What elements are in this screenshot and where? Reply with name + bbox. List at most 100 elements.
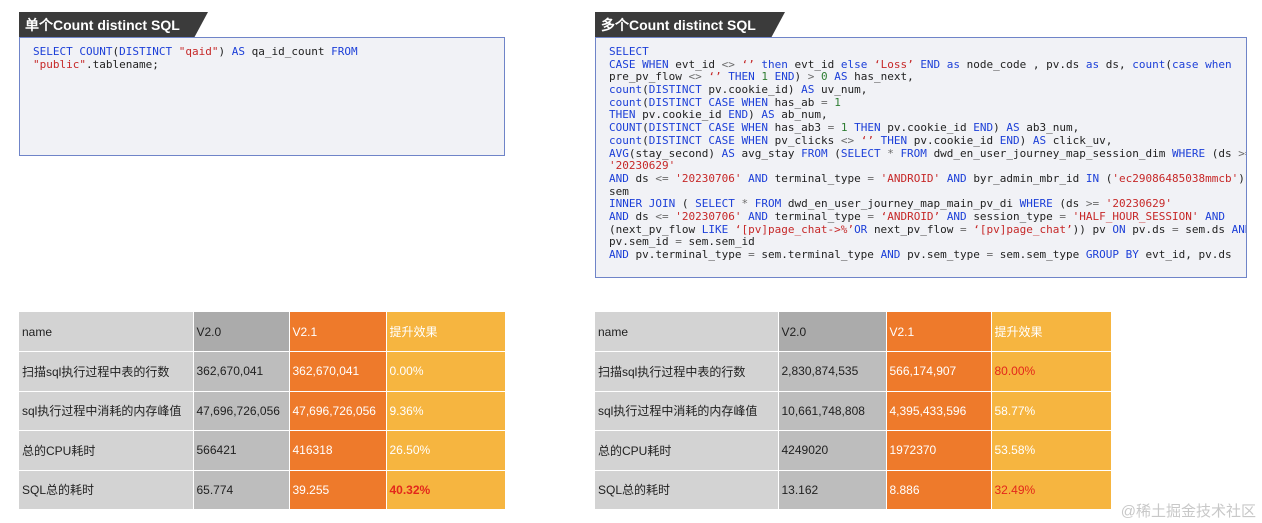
code-token: COUNT (609, 121, 643, 135)
code-token: DISTINCT CASE WHEN (648, 95, 775, 109)
code-token: <> (721, 57, 742, 71)
code-token: uv_num, (820, 83, 868, 97)
code-token: '20230706' (675, 209, 749, 223)
code-token: ( (642, 83, 649, 97)
v21-cell: 39.255 (289, 470, 387, 510)
name-cell: sql执行过程中消耗的内存峰值 (595, 391, 779, 431)
code-token: evt_id, pv.ds (1145, 248, 1232, 261)
code-token: ab3_num, (1026, 121, 1080, 135)
improvement-cell: 32.49% (991, 470, 1111, 510)
code-token: = (1172, 222, 1186, 236)
code-token: ‘[pv]page_chat->%’ (734, 222, 855, 236)
watermark: @稀土掘金技术社区 (1120, 503, 1256, 520)
code-token: DISTINCT (119, 45, 179, 58)
code-token: as (1085, 57, 1106, 71)
code-token: 'ec29086485038mmcb' (1112, 171, 1239, 185)
code-token: ds, (1105, 57, 1133, 71)
code-token: COUNT (79, 45, 113, 58)
code-line: AND pv.terminal_type = sem.terminal_type… (609, 248, 1246, 262)
code-token: sem (609, 184, 629, 198)
code-token: DISTINCT (648, 83, 709, 97)
table-row: SQL总的耗时 65.774 39.255 40.32% (19, 470, 505, 510)
code-token: SELECT (609, 45, 649, 58)
column-header: V2.1 (289, 312, 387, 352)
v21-cell: 47,696,726,056 (289, 391, 387, 431)
v20-cell: 566421 (193, 430, 290, 471)
table-row: 扫描sql执行过程中表的行数 362,670,041 362,670,041 0.00… (19, 351, 505, 392)
table-row: sql执行过程中消耗的内存峰值 47,696,726,056 47,696,726,… (19, 391, 505, 431)
code-token: else (840, 57, 874, 71)
comparison-table-single: name V2.0 V2.1 提升效果 扫描sql执行过程中表的行数 362,670,04… (19, 312, 505, 510)
code-token: (ds (1211, 146, 1239, 160)
code-token: THEN (854, 121, 888, 135)
code-token: >= (1085, 197, 1106, 211)
code-token: pre_pv_flow (609, 70, 689, 84)
code-token: ‘ANDROID’ (880, 209, 947, 223)
code-token: count (609, 83, 643, 97)
code-token: AND (880, 248, 908, 261)
v20-cell: 362,670,041 (193, 351, 290, 392)
code-token: = (986, 248, 1000, 261)
code-token: (ds (1059, 197, 1086, 211)
improvement-cell: 58.77% (991, 391, 1111, 431)
table-row: 扫描sql执行过程中表的行数 2,830,874,535 566,174,907 80… (595, 351, 1111, 392)
v21-cell: 1972370 (886, 430, 992, 471)
name-cell: SQL总的耗时 (19, 470, 194, 510)
code-token: <> (688, 70, 709, 84)
table-row: 总的CPU耗时 566421 416318 26.50% (19, 430, 505, 471)
code-token: WHERE (1019, 197, 1060, 211)
code-token: pv.sem_type (907, 248, 987, 261)
code-token: case when (1172, 57, 1232, 71)
code-token: "qaid" (178, 45, 219, 58)
code-token: next_pv_flow (873, 222, 961, 236)
code-token: qa_id_count (251, 45, 332, 58)
code-token: END (728, 108, 749, 122)
improvement-cell: 9.36% (386, 391, 505, 431)
code-token: END as (920, 57, 967, 71)
code-token: )) pv (1072, 222, 1113, 236)
code-token: AND (946, 209, 974, 223)
code-token: avg_stay (741, 146, 802, 160)
code-token: 'HALF_HOUR_SESSION' (1072, 209, 1206, 223)
code-token: AS (1032, 133, 1053, 147)
code-token: ds (635, 171, 656, 185)
code-token: >= (1238, 146, 1246, 160)
code-token: SELECT (840, 146, 888, 160)
code-token: 0 (820, 70, 835, 84)
code-token: SELECT (33, 45, 80, 58)
code-token: ( (681, 197, 696, 211)
v20-cell: 47,696,726,056 (193, 391, 290, 431)
code-token: ds (635, 209, 656, 223)
code-token: THEN (880, 133, 914, 147)
code-token: * (887, 146, 901, 160)
code-token: DISTINCT CASE WHEN (648, 133, 775, 147)
code-token: AND (609, 209, 636, 223)
code-token: AND (1205, 209, 1225, 223)
code-token: ( (642, 95, 649, 109)
code-token: END (999, 133, 1020, 147)
code-token: ‘’ (708, 70, 729, 84)
code-token: terminal_type (774, 171, 868, 185)
table-header-row: name V2.0 V2.1 提升效果 (595, 312, 1111, 352)
code-token: 'ANDROID' (880, 171, 947, 185)
code-token: THEN (609, 108, 643, 122)
code-token: FROM (900, 146, 934, 160)
code-token: AS (721, 146, 742, 160)
column-header: V2.1 (886, 312, 992, 352)
code-token: 1 (840, 121, 855, 135)
code-token: = (960, 222, 974, 236)
section-title-single: 单个Count distinct SQL (19, 12, 208, 38)
code-token: pv.sem_id (609, 235, 676, 249)
code-token: ( (834, 146, 841, 160)
code-token: session_type (973, 209, 1060, 223)
v20-cell: 65.774 (193, 470, 290, 510)
code-token: AS (761, 108, 782, 122)
code-token: AS (801, 83, 821, 97)
code-token: AS (1006, 121, 1027, 135)
code-token: 1 (761, 70, 775, 84)
code-token: sem.ds (1185, 222, 1232, 236)
column-header: 提升效果 (991, 312, 1111, 352)
code-token: count (609, 95, 643, 109)
code-token: <> (840, 133, 861, 147)
code-token: = (827, 121, 841, 135)
